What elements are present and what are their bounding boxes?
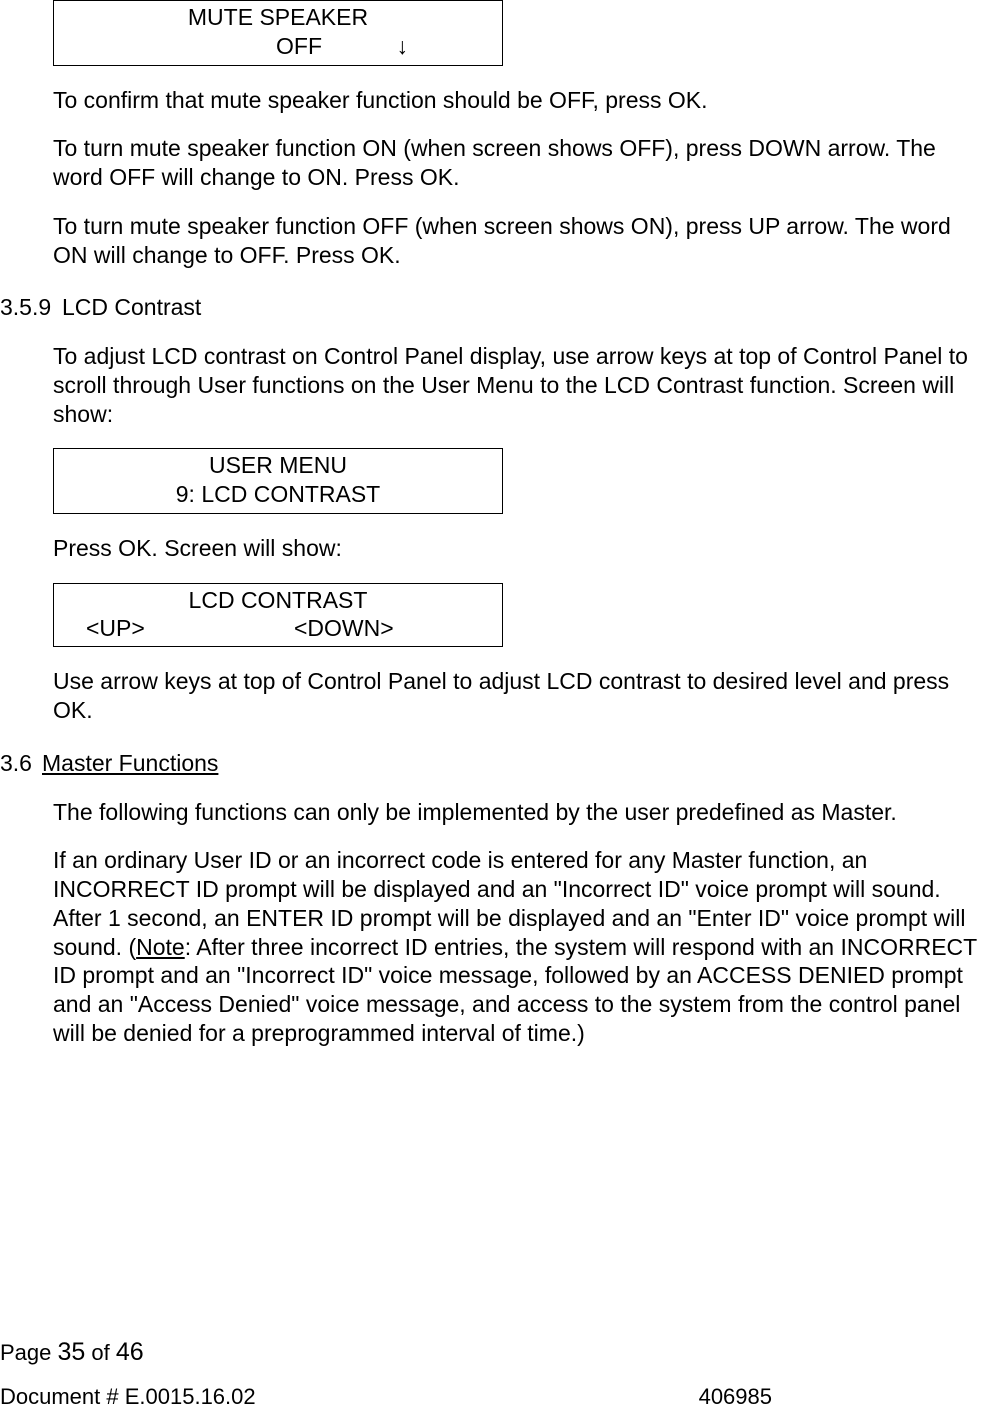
lcd-off-label: OFF bbox=[276, 32, 322, 61]
page-footer: Page 35 of 46 Document # E.0015.16.02 40… bbox=[0, 1337, 1002, 1410]
paragraph: Use arrow keys at top of Control Panel t… bbox=[53, 667, 982, 725]
paragraph: To turn mute speaker function ON (when s… bbox=[53, 134, 982, 192]
section-number: 3.5.9 bbox=[0, 293, 62, 322]
section-title: LCD Contrast bbox=[62, 293, 201, 322]
lcd-line2: <UP> <DOWN> bbox=[54, 614, 502, 642]
down-arrow-icon: ↓ bbox=[396, 32, 408, 61]
page-current: 35 bbox=[58, 1338, 86, 1366]
paragraph: Press OK. Screen will show: bbox=[53, 534, 982, 563]
lcd-user-menu: USER MENU 9: LCD CONTRAST bbox=[53, 448, 503, 514]
lcd-mute-speaker: MUTE SPEAKER OFF ↓ bbox=[53, 0, 503, 66]
lcd-line2: OFF ↓ bbox=[54, 32, 502, 61]
text-run: : After three incorrect ID entries, the … bbox=[53, 934, 977, 1046]
section-heading-359: 3.5.9 LCD Contrast bbox=[0, 293, 982, 322]
page-total: 46 bbox=[116, 1338, 144, 1366]
paragraph: To confirm that mute speaker function sh… bbox=[53, 86, 982, 115]
note-underline: Note bbox=[136, 934, 185, 960]
paragraph: To turn mute speaker function OFF (when … bbox=[53, 212, 982, 270]
section-heading-36: 3.6 Master Functions bbox=[0, 749, 982, 778]
lcd-line1: USER MENU bbox=[54, 451, 502, 480]
down-label: <DOWN> bbox=[294, 614, 394, 643]
paragraph: To adjust LCD contrast on Control Panel … bbox=[53, 342, 982, 428]
page-label: Page bbox=[0, 1340, 58, 1365]
document-id-row: Document # E.0015.16.02 406985 bbox=[0, 1383, 1002, 1411]
right-number: 406985 bbox=[699, 1383, 772, 1411]
paragraph: If an ordinary User ID or an incorrect c… bbox=[53, 846, 982, 1047]
lcd-contrast: LCD CONTRAST <UP> <DOWN> bbox=[53, 583, 503, 648]
section-number: 3.6 bbox=[0, 749, 42, 778]
page-of: of bbox=[85, 1340, 116, 1365]
lcd-line2: 9: LCD CONTRAST bbox=[54, 480, 502, 509]
lcd-line1: LCD CONTRAST bbox=[54, 586, 502, 615]
up-label: <UP> bbox=[86, 614, 145, 643]
section-title: Master Functions bbox=[42, 749, 218, 778]
document-number: Document # E.0015.16.02 bbox=[0, 1383, 256, 1411]
paragraph: The following functions can only be impl… bbox=[53, 798, 982, 827]
lcd-line1: MUTE SPEAKER bbox=[54, 3, 502, 32]
page-number-row: Page 35 of 46 bbox=[0, 1337, 1002, 1368]
